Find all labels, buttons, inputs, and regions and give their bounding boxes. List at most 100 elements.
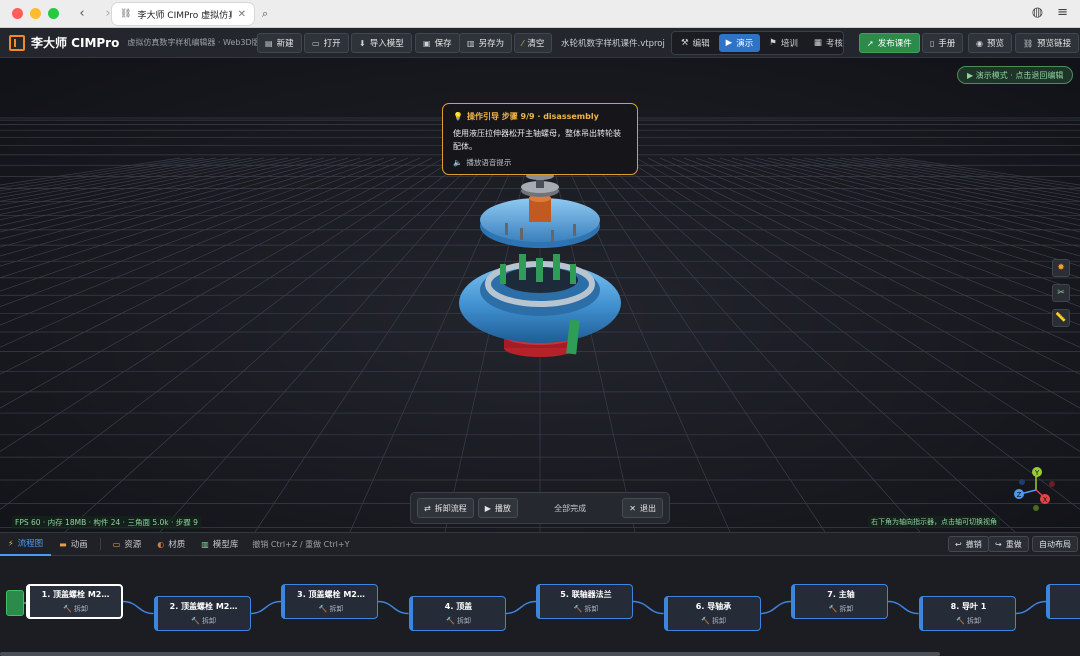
undo-redo-hint: 撤销 Ctrl+Z / 重做 Ctrl+Y	[252, 539, 350, 549]
flow-node[interactable]: 8. 导叶 1 🔨 拆卸	[918, 596, 1016, 631]
axis-hint: 右下角为轴向指示器，点击轴可切换视角	[868, 516, 1000, 528]
flow-node[interactable]: 1. 顶盖螺栓 M2… 🔨 拆卸	[26, 584, 123, 619]
guide-text: 使用液压拉伸器松开主轴螺母，整体吊出转轮装配体。	[453, 129, 621, 151]
disassembly-flow-button[interactable]: ⇄ 拆卸流程	[417, 498, 474, 518]
folder-icon: ▭	[312, 38, 320, 48]
play-voice-button[interactable]: 🔈 播放语音提示	[453, 157, 627, 168]
flow-node[interactable]: 7. 主轴 🔨 拆卸	[791, 584, 888, 619]
mode-exam-button[interactable]: ▦ 考核	[807, 34, 850, 52]
flow-graph[interactable]: 1. 顶盖螺栓 M2… 🔨 拆卸 2. 顶盖螺栓 M2… 🔨 拆卸 3. 顶盖螺栓 M2…	[0, 556, 1080, 656]
flow-node[interactable]: 6. 导轴承 🔨 拆卸	[663, 596, 761, 631]
search-icon[interactable]: ⌕	[262, 7, 268, 21]
horizontal-scrollbar[interactable]	[0, 652, 940, 656]
maximize-window-button[interactable]	[48, 8, 59, 19]
new-button[interactable]: ▤ 新建	[257, 33, 302, 53]
window-controls	[12, 8, 59, 19]
flow-link	[887, 600, 919, 615]
viewport-side-tools: ✸ ✂ 📏	[1052, 259, 1070, 327]
mode-edit-button[interactable]: ⚒ 编辑	[674, 34, 717, 52]
tab-flowchart[interactable]: ⚡ 流程图	[0, 532, 52, 556]
flow-node-title: 7. 主轴	[827, 590, 855, 599]
save-as-icon: ▥	[467, 38, 475, 48]
mode-demo-button[interactable]: ▶ 演示	[718, 34, 761, 52]
tab-close-icon[interactable]: ✕	[238, 9, 246, 20]
flow-node[interactable]: 3. 顶盖螺栓 M2… 🔨 拆卸	[281, 584, 378, 619]
mode-switch: ⚒ 编辑 ▶ 演示 ⚑ 培训 ▦ 考核	[671, 31, 844, 55]
flow-link	[505, 600, 537, 615]
preview-link-button[interactable]: ⛓ 预览链接	[1015, 33, 1080, 53]
undo-icon: ↩	[955, 539, 962, 549]
book-icon: ▯	[930, 38, 935, 48]
redo-icon: ↪	[995, 539, 1002, 549]
measure-icon[interactable]: 📏	[1052, 309, 1070, 327]
swap-icon: ⇄	[424, 503, 431, 513]
flow-link	[377, 600, 409, 615]
browser-tab[interactable]: ⛓ 李大师 CIMPro 虚拟仿真数字样机 ✕	[112, 3, 254, 25]
download-icon: ⬇	[359, 38, 366, 48]
flow-node-type: 🔨 拆卸	[701, 617, 726, 625]
section-cut-icon[interactable]: ✂	[1052, 284, 1070, 302]
eye-icon: ◉	[976, 38, 983, 48]
undo-button[interactable]: ↩ 撤销	[948, 536, 989, 552]
redo-button[interactable]: ↪ 重做	[988, 536, 1029, 552]
preview-button[interactable]: ◉ 预览	[968, 33, 1012, 53]
svg-text:Y: Y	[1034, 469, 1040, 477]
guide-header: 💡 操作引导 步骤 9/9 · disassembly	[453, 111, 627, 122]
flow-node[interactable]: 4. 顶盖 🔨 拆卸	[408, 596, 506, 631]
minimize-window-button[interactable]	[30, 8, 41, 19]
menu-icon[interactable]: ≡	[1057, 5, 1068, 20]
clear-button[interactable]: ⁄ 清空	[514, 33, 553, 53]
explode-icon[interactable]: ✸	[1052, 259, 1070, 277]
exit-button[interactable]: ✕ 退出	[622, 498, 663, 518]
tab-resources[interactable]: ▭ 资源	[105, 532, 150, 556]
import-model-button[interactable]: ⬇ 导入模型	[351, 33, 412, 53]
flow-link	[760, 600, 792, 615]
flow-node-title: 3. 顶盖螺栓 M2…	[297, 590, 365, 599]
tab-divider	[99, 538, 101, 550]
rocket-icon: ➚	[867, 38, 874, 48]
operation-guide-popup: 💡 操作引导 步骤 9/9 · disassembly 使用液压拉伸器松开主轴螺…	[442, 103, 638, 175]
flow-node-title: 4. 顶盖	[444, 602, 473, 611]
close-window-button[interactable]	[12, 8, 23, 19]
flow-link	[632, 600, 664, 615]
manual-button[interactable]: ▯ 手册	[922, 33, 964, 53]
flow-node-type: 🔨 拆卸	[318, 605, 344, 613]
back-icon[interactable]: ‹	[75, 6, 89, 21]
3d-viewport[interactable]: Y X Z ▶ 演示模式 · 点击退回编辑 💡 操作引导 步骤 9/9 · di…	[0, 58, 1080, 532]
flow-link	[1015, 600, 1047, 615]
mode-train-button[interactable]: ⚑ 培训	[762, 34, 805, 52]
auto-layout-button[interactable]: 自动布局	[1032, 536, 1078, 552]
performance-stats: FPS 60 · 内存 18MB · 构件 24 · 三角面 5.0k · 步骤…	[12, 516, 201, 529]
flow-node[interactable]: 9.	[1046, 584, 1080, 619]
svg-text:Z: Z	[1017, 491, 1022, 499]
project-name: 水轮机数字样机课件.vtproj	[561, 39, 665, 49]
flow-node[interactable]: 5. 联轴器法兰 🔨 拆卸	[536, 584, 633, 619]
demo-mode-banner[interactable]: ▶ 演示模式 · 点击退回编辑	[957, 66, 1074, 84]
tab-animation[interactable]: ▬ 动画	[51, 532, 96, 556]
flow-node-title: 2. 顶盖螺栓 M2…	[169, 602, 238, 611]
flow-node[interactable]: 2. 顶盖螺栓 M2… 🔨 拆卸	[153, 596, 251, 631]
exam-icon: ▦	[813, 38, 822, 48]
books-icon: ▥	[201, 539, 209, 549]
save-icon: ▣	[423, 38, 431, 48]
app-title: 李大师 CIMPro	[31, 36, 120, 50]
speaker-icon: 🔈	[453, 158, 463, 167]
flow-node-type: 🔨 拆卸	[828, 605, 854, 613]
tab-model-library[interactable]: ▥ 模型库	[193, 532, 246, 556]
flow-link	[122, 600, 154, 615]
palette-icon: ◐	[157, 539, 165, 549]
open-button[interactable]: ▭ 打开	[304, 33, 349, 53]
tab-materials[interactable]: ◐ 材质	[149, 532, 193, 556]
globe-icon[interactable]: ◍	[1032, 5, 1043, 20]
svg-text:X: X	[1043, 496, 1048, 504]
flow-node-type: 🔨 拆卸	[63, 605, 88, 613]
tab-title: 李大师 CIMPro 虚拟仿真数字样机	[137, 10, 231, 21]
play-button[interactable]: ▶ 播放	[477, 498, 518, 518]
save-as-button[interactable]: ▥ 另存为	[459, 33, 513, 53]
play-icon: ▶	[484, 503, 491, 513]
flow-link	[250, 600, 282, 615]
save-button[interactable]: ▣ 保存	[415, 33, 460, 53]
publish-button[interactable]: ➚ 发布课件	[859, 33, 920, 53]
flow-node-type: 🔨 拆卸	[573, 605, 599, 613]
start-node[interactable]	[6, 590, 24, 616]
